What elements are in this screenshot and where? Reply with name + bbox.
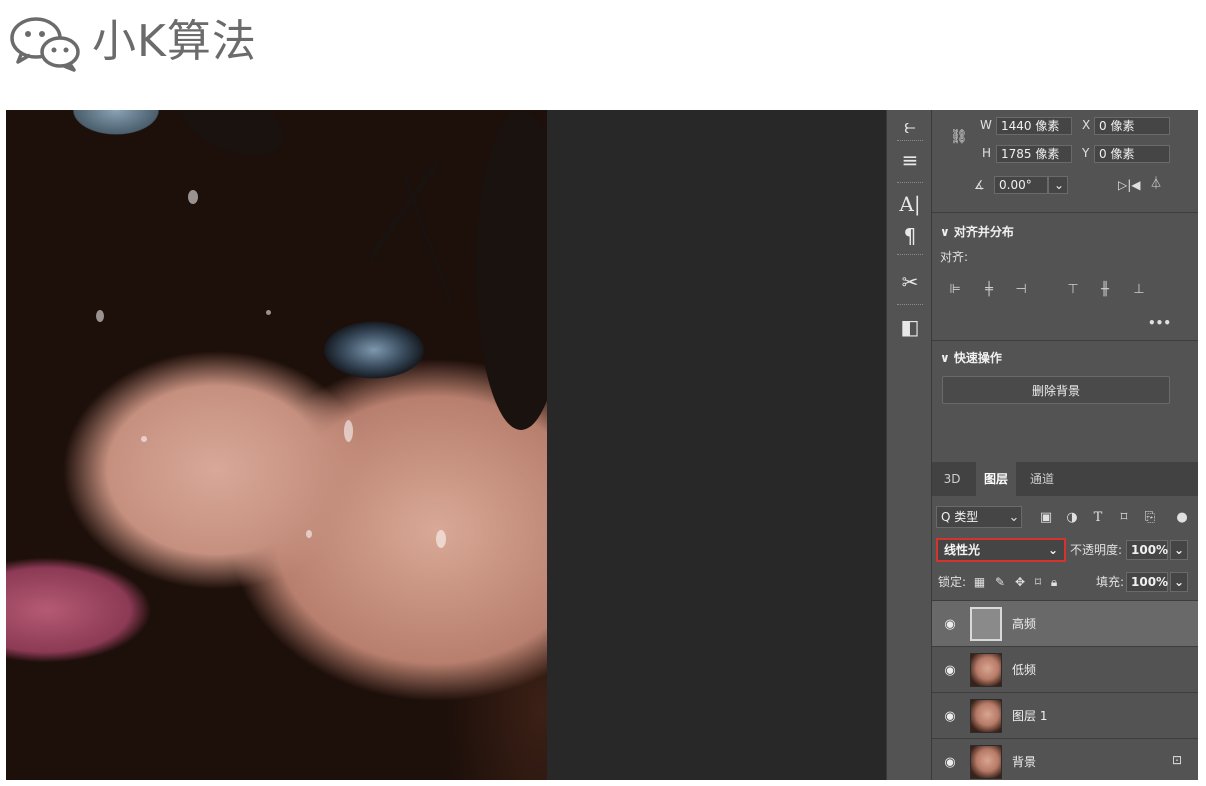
layer-name: 低频 — [1012, 663, 1037, 677]
lock-label: 锁定: — [938, 575, 967, 589]
document-canvas[interactable] — [6, 110, 886, 780]
opacity-field[interactable]: 100% — [1126, 540, 1168, 560]
layer-row[interactable]: ◉ 背景 ⊡ — [932, 738, 1200, 784]
angle-field[interactable]: 0.00° — [994, 176, 1048, 194]
paragraph-icon[interactable]: ¶ — [896, 222, 924, 250]
flip-vertical-icon[interactable]: ⏃ — [1150, 174, 1162, 192]
height-label: H — [982, 146, 992, 160]
align-bottom-icon[interactable]: ⊥ — [1130, 280, 1148, 298]
blend-mode-value: 线性光 — [944, 543, 981, 557]
align-label: 对齐: — [940, 250, 969, 264]
tab-layers[interactable]: 图层 — [976, 462, 1016, 496]
character-icon[interactable]: A| — [896, 190, 924, 218]
align-section-title[interactable]: ∨ 对齐并分布 — [940, 224, 1014, 240]
fill-label: 填充: — [1096, 575, 1125, 589]
brand-name: 小K算法 — [92, 16, 257, 67]
filter-smartobject-icon[interactable]: ⎘ — [1140, 507, 1160, 527]
align-right-icon[interactable]: ⊣ — [1012, 280, 1030, 298]
y-field[interactable]: 0 像素 — [1094, 145, 1170, 163]
opacity-dropdown-icon[interactable]: ⌄ — [1170, 540, 1188, 560]
filter-shape-icon[interactable]: ⌑ — [1114, 507, 1134, 527]
align-hcenter-icon[interactable]: ╪ — [980, 280, 998, 298]
filter-pixel-icon[interactable]: ▣ — [1036, 507, 1056, 527]
tab-channels[interactable]: 通道 — [1020, 462, 1064, 496]
properties-layers-panel: ⛓ W 1440 像素 X 0 像素 H 1785 像素 Y 0 像素 ∡ 0.… — [932, 110, 1200, 780]
layer-thumbnail — [970, 745, 1002, 779]
brand: 小K算法 — [8, 12, 257, 72]
layer-row[interactable]: ◉ 图层 1 — [932, 692, 1200, 738]
stamp-icon[interactable]: ≡ — [896, 146, 924, 174]
remove-background-button[interactable]: 删除背景 — [942, 376, 1170, 404]
chevron-down-icon[interactable]: ⌄ — [1004, 507, 1024, 527]
wechat-icon — [10, 17, 80, 72]
eye-icon[interactable]: ◉ — [942, 662, 958, 678]
angle-icon: ∡ — [974, 178, 985, 192]
properties-icon[interactable]: ◧ — [896, 313, 924, 341]
grip-divider — [897, 182, 923, 183]
align-top-icon[interactable]: ⊤ — [1064, 280, 1082, 298]
tab-3d[interactable]: 3D — [932, 462, 972, 496]
layer-thumbnail — [970, 699, 1002, 733]
grip-divider — [897, 304, 923, 305]
lock-artboard-icon[interactable]: ⌑ — [1035, 575, 1041, 589]
filter-adjustment-icon[interactable]: ◑ — [1062, 507, 1082, 527]
link-icon[interactable]: ⛓ — [950, 128, 968, 146]
width-label: W — [980, 118, 992, 132]
layer-name: 背景 — [1012, 755, 1037, 769]
opacity-label: 不透明度: — [1070, 543, 1123, 557]
lock-brush-icon[interactable]: ✎ — [995, 575, 1005, 589]
height-field[interactable]: 1785 像素 — [996, 145, 1072, 163]
more-options-icon[interactable]: ••• — [1148, 314, 1171, 332]
tool-presets-icon[interactable]: ✂ — [896, 268, 924, 296]
fill-field[interactable]: 100% — [1126, 572, 1168, 592]
lock-all-icon[interactable]: 🔒︎ — [1051, 575, 1057, 589]
x-label: X — [1082, 118, 1091, 132]
panel-edge — [1198, 110, 1206, 780]
lock-transparent-icon[interactable]: ▦ — [974, 575, 985, 589]
lock-icon[interactable]: ⊡ — [1172, 753, 1182, 767]
x-field[interactable]: 0 像素 — [1094, 117, 1170, 135]
layer-thumbnail — [970, 607, 1002, 641]
layer-thumbnail — [970, 653, 1002, 687]
fill-dropdown-icon[interactable]: ⌄ — [1170, 572, 1188, 592]
layers-tabs: 3D 图层 通道 — [932, 462, 1200, 496]
filter-type-icon[interactable]: T — [1088, 507, 1108, 527]
eye-icon[interactable]: ◉ — [942, 616, 958, 632]
width-field[interactable]: 1440 像素 — [996, 117, 1072, 135]
layer-row[interactable]: ◉ 低频 — [932, 646, 1200, 692]
filter-toggle-icon[interactable]: ● — [1172, 507, 1192, 527]
angle-dropdown-icon[interactable]: ⌄ — [1048, 176, 1068, 194]
layer-row[interactable]: ◉ 高频 — [932, 600, 1200, 646]
grip-divider — [897, 140, 923, 141]
lock-position-icon[interactable]: ✥ — [1015, 575, 1025, 589]
layer-name: 高频 — [1012, 617, 1037, 631]
align-left-icon[interactable]: ⊫ — [946, 280, 964, 298]
flip-horizontal-icon[interactable]: ▷|◀ — [1118, 176, 1141, 194]
quick-actions-title[interactable]: ∨ 快速操作 — [940, 350, 1002, 366]
grip-divider — [897, 254, 923, 255]
y-label: Y — [1082, 146, 1090, 160]
align-vcenter-icon[interactable]: ╫ — [1096, 280, 1114, 298]
eye-icon[interactable]: ◉ — [942, 708, 958, 724]
tool-strip: ⥼ ≡ A| ¶ ✂ ◧ — [886, 110, 932, 780]
lock-row: 锁定: ▦ ✎ ✥ ⌑ 🔒︎ — [938, 572, 1057, 592]
eye-icon[interactable]: ◉ — [942, 754, 958, 770]
chevron-down-icon: ⌄ — [1047, 543, 1058, 557]
histogram-icon[interactable]: ⥼ — [896, 112, 924, 140]
blend-mode-select[interactable]: 线性光 ⌄ — [936, 538, 1066, 562]
portrait-image — [6, 110, 547, 780]
article-header: 小K算法 — [0, 0, 1206, 110]
layer-name: 图层 1 — [1012, 709, 1048, 723]
